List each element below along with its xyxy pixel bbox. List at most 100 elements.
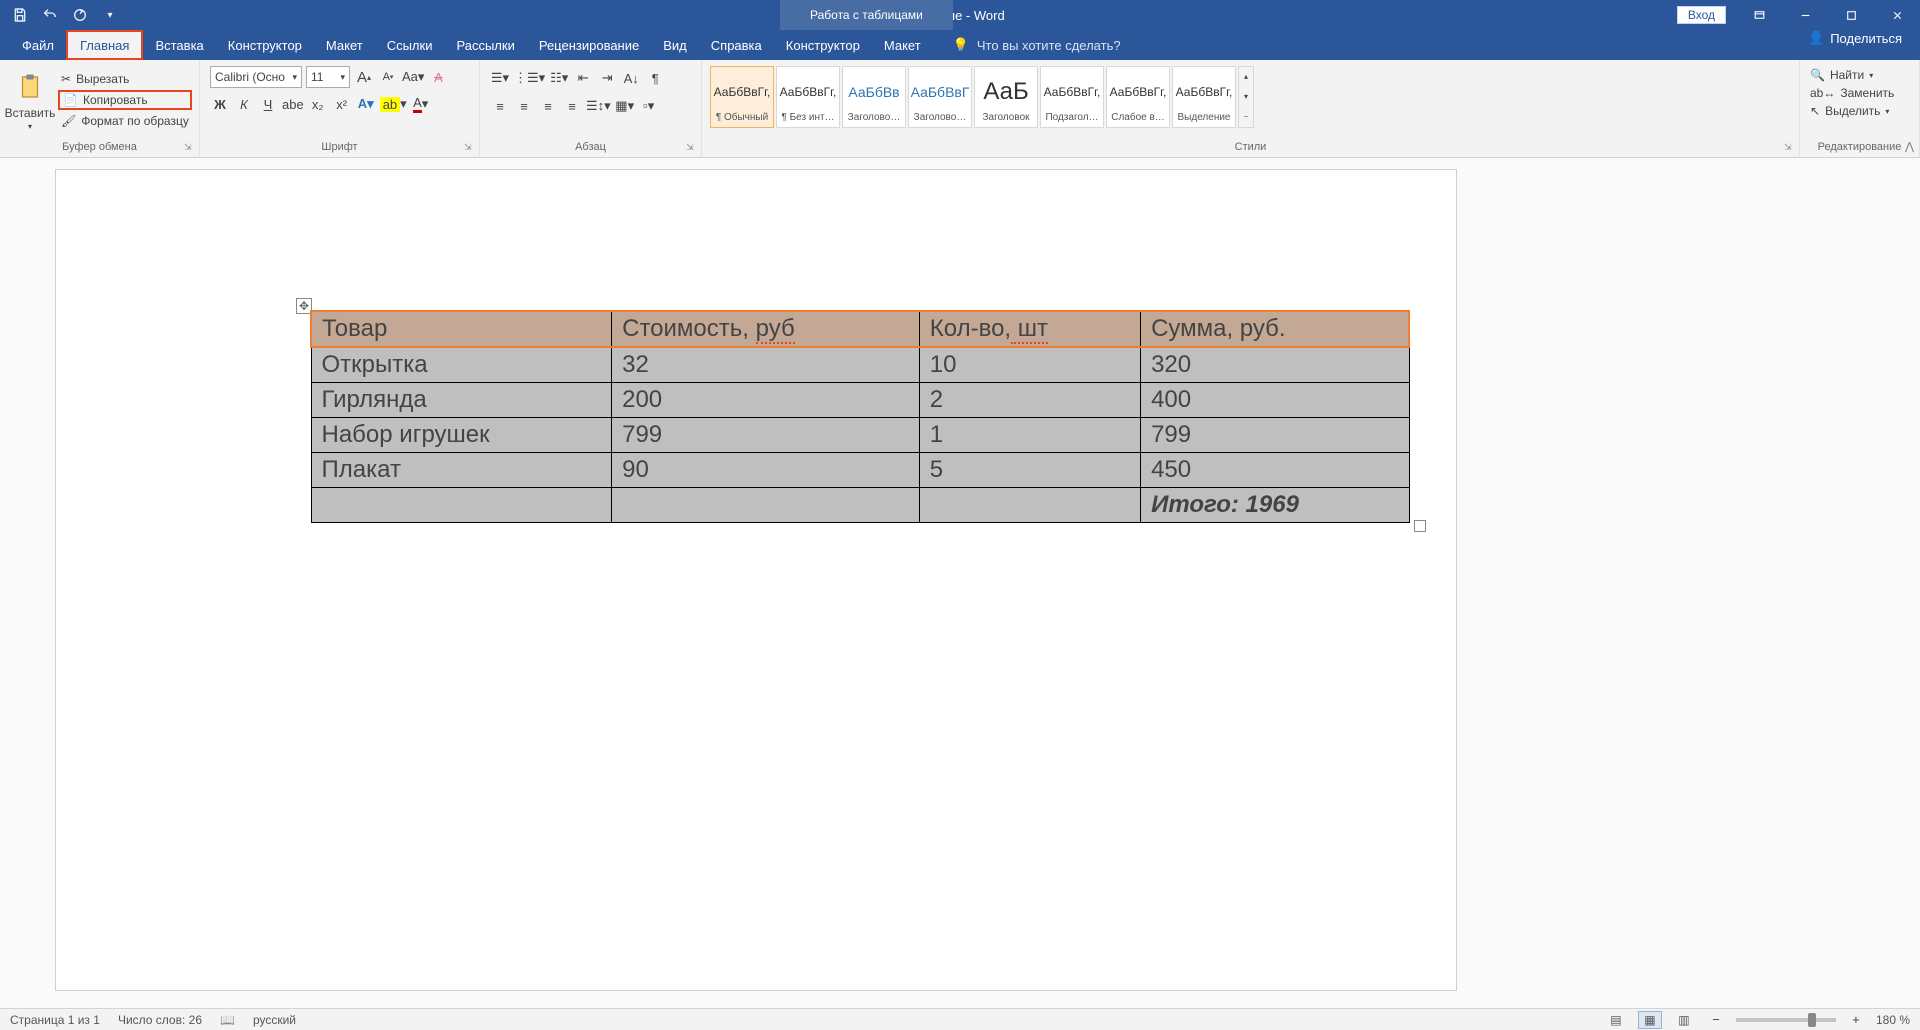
tell-me-search[interactable]: 💡 Что вы хотите сделать?	[953, 30, 1121, 60]
select-button[interactable]: ↖Выделить▾	[1810, 104, 1909, 118]
multilevel-icon[interactable]: ☷▾	[549, 68, 569, 88]
copy-button[interactable]: 📄Копировать	[58, 90, 192, 110]
table-header[interactable]: Товар	[311, 311, 612, 347]
login-button[interactable]: Вход	[1677, 6, 1726, 24]
web-layout-icon[interactable]: ▥	[1672, 1011, 1696, 1029]
subscript-icon[interactable]: x₂	[308, 94, 328, 114]
tab-file[interactable]: Файл	[10, 30, 66, 60]
tab-view[interactable]: Вид	[651, 30, 699, 60]
table-cell[interactable]: 10	[919, 347, 1140, 383]
share-button[interactable]: 👤 Поделиться	[1808, 30, 1902, 46]
line-spacing-icon[interactable]: ☰↕▾	[586, 96, 611, 116]
redo-icon[interactable]	[72, 7, 88, 23]
style-item[interactable]: АаБбВвГг,Выделение	[1172, 66, 1236, 128]
clear-format-icon[interactable]: A	[428, 67, 448, 87]
styles-launcher-icon[interactable]: ⇲	[1784, 142, 1796, 154]
page-indicator[interactable]: Страница 1 из 1	[10, 1013, 100, 1027]
collapse-ribbon-icon[interactable]: ⋀	[1905, 140, 1914, 153]
language-indicator[interactable]: русский	[253, 1013, 296, 1027]
undo-icon[interactable]	[42, 7, 58, 23]
italic-button[interactable]: К	[234, 94, 254, 114]
table-cell[interactable]	[612, 488, 920, 523]
table-cell[interactable]: 799	[1141, 418, 1409, 453]
font-size-combo[interactable]: 11▾	[306, 66, 350, 88]
tab-help[interactable]: Справка	[699, 30, 774, 60]
bold-button[interactable]: Ж	[210, 94, 230, 114]
tab-insert[interactable]: Вставка	[143, 30, 215, 60]
format-painter-button[interactable]: 🖌Формат по образцу	[58, 113, 192, 129]
clipboard-launcher-icon[interactable]: ⇲	[184, 142, 196, 154]
font-launcher-icon[interactable]: ⇲	[464, 142, 476, 154]
table-cell[interactable]: 200	[612, 383, 920, 418]
table-cell[interactable]	[919, 488, 1140, 523]
superscript-icon[interactable]: x²	[332, 94, 352, 114]
table-cell[interactable]	[311, 488, 612, 523]
style-item[interactable]: АаБбВвГг,¶ Без инт…	[776, 66, 840, 128]
change-case-icon[interactable]: Aa▾	[402, 67, 424, 87]
borders-icon[interactable]: ▫▾	[639, 96, 659, 116]
sort-icon[interactable]: A↓	[621, 68, 641, 88]
zoom-in-icon[interactable]: +	[1846, 1010, 1866, 1030]
paste-button[interactable]: Вставить ▾	[6, 64, 54, 136]
table-cell[interactable]: Гирлянда	[311, 383, 612, 418]
shading-icon[interactable]: ▦▾	[615, 96, 635, 116]
underline-button[interactable]: Ч	[258, 94, 278, 114]
close-icon[interactable]	[1874, 0, 1920, 30]
table-resize-handle-icon[interactable]	[1414, 520, 1426, 532]
align-left-icon[interactable]: ≡	[490, 96, 510, 116]
table-cell[interactable]: 320	[1141, 347, 1409, 383]
style-item[interactable]: АаБбВвГг,Подзагол…	[1040, 66, 1104, 128]
table-cell[interactable]: 90	[612, 453, 920, 488]
paragraph-launcher-icon[interactable]: ⇲	[686, 142, 698, 154]
table-header[interactable]: Кол-во, шт	[919, 311, 1140, 347]
align-center-icon[interactable]: ≡	[514, 96, 534, 116]
table-cell[interactable]: Открытка	[311, 347, 612, 383]
tab-references[interactable]: Ссылки	[375, 30, 445, 60]
table-header[interactable]: Сумма, руб.	[1141, 311, 1409, 347]
read-mode-icon[interactable]: ▤	[1604, 1011, 1628, 1029]
word-count[interactable]: Число слов: 26	[118, 1013, 202, 1027]
ribbon-display-icon[interactable]	[1736, 0, 1782, 30]
table-cell[interactable]: 799	[612, 418, 920, 453]
tab-home[interactable]: Главная	[66, 30, 143, 60]
highlight-icon[interactable]: ab▾	[380, 94, 407, 114]
style-item[interactable]: АаБбВвГг,Слабое в…	[1106, 66, 1170, 128]
zoom-slider[interactable]	[1736, 1018, 1836, 1022]
style-item[interactable]: АаБбВвЗаголово…	[842, 66, 906, 128]
decrease-indent-icon[interactable]: ⇤	[573, 68, 593, 88]
print-layout-icon[interactable]: ▦	[1638, 1011, 1662, 1029]
styles-more-icon[interactable]: ▴▾⎯	[1238, 66, 1254, 128]
font-color-icon[interactable]: A▾	[411, 94, 431, 114]
bullets-icon[interactable]: ☰▾	[490, 68, 510, 88]
table-cell[interactable]: 5	[919, 453, 1140, 488]
table-cell[interactable]: 2	[919, 383, 1140, 418]
style-item[interactable]: АаБбВвГг,¶ Обычный	[710, 66, 774, 128]
tab-review[interactable]: Рецензирование	[527, 30, 651, 60]
font-name-combo[interactable]: Calibri (Осно▾	[210, 66, 302, 88]
replace-button[interactable]: ab↔Заменить	[1810, 86, 1909, 100]
table-cell[interactable]: Итого: 1969	[1141, 488, 1409, 523]
tab-design[interactable]: Конструктор	[216, 30, 314, 60]
tab-mailings[interactable]: Рассылки	[444, 30, 526, 60]
maximize-icon[interactable]	[1828, 0, 1874, 30]
table-cell[interactable]: 32	[612, 347, 920, 383]
tab-layout[interactable]: Макет	[314, 30, 375, 60]
strikethrough-icon[interactable]: abe	[282, 94, 304, 114]
text-effects-icon[interactable]: A▾	[356, 94, 376, 114]
find-button[interactable]: 🔍Найти▾	[1810, 68, 1909, 82]
save-icon[interactable]	[12, 7, 28, 23]
style-item[interactable]: АаБЗаголовок	[974, 66, 1038, 128]
tab-table-layout[interactable]: Макет	[872, 30, 933, 60]
table-cell[interactable]: Плакат	[311, 453, 612, 488]
align-right-icon[interactable]: ≡	[538, 96, 558, 116]
table-cell[interactable]: Набор игрушек	[311, 418, 612, 453]
table-cell[interactable]: 450	[1141, 453, 1409, 488]
minimize-icon[interactable]	[1782, 0, 1828, 30]
zoom-thumb[interactable]	[1808, 1013, 1816, 1027]
shrink-font-icon[interactable]: A▾	[378, 67, 398, 87]
numbering-icon[interactable]: ⋮☰▾	[514, 68, 545, 88]
justify-icon[interactable]: ≡	[562, 96, 582, 116]
data-table[interactable]: ТоварСтоимость, рубКол-во, штСумма, руб.…	[310, 310, 1410, 523]
qat-dropdown-icon[interactable]: ▾	[102, 7, 118, 23]
tab-table-design[interactable]: Конструктор	[774, 30, 872, 60]
